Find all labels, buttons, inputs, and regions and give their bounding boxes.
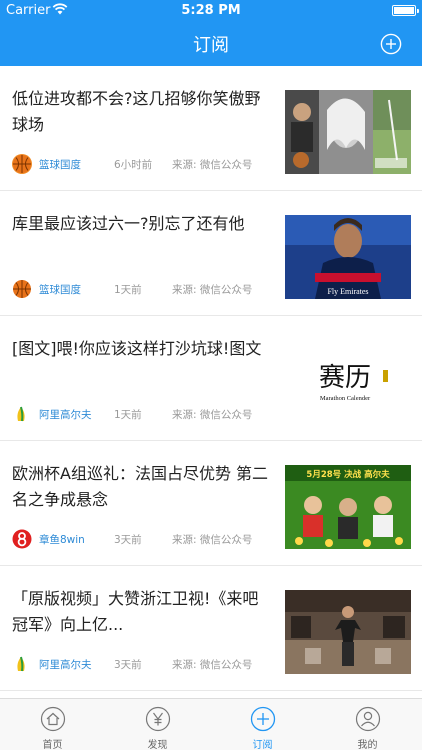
- tab-subscribe[interactable]: 订阅: [210, 699, 315, 750]
- article-thumbnail[interactable]: 5月28号 决战 高尔夫: [285, 465, 411, 549]
- tab-label: 首页: [42, 740, 63, 750]
- clock: 5:28 PM: [181, 3, 241, 18]
- origin-label: 来源: 微信公众号: [172, 159, 253, 171]
- origin-label: 来源: 微信公众号: [172, 284, 253, 296]
- article-item[interactable]: [图文]喂!你应该这样打沙坑球!图文 阿里高尔夫 1天前 来源: 微信公众号 赛…: [0, 316, 422, 441]
- publish-time: 3天前: [114, 534, 142, 546]
- page-title: 订阅: [193, 35, 229, 56]
- article-thumbnail[interactable]: Fly Emirates: [285, 215, 411, 299]
- article-item[interactable]: 欧洲杯A组巡礼：法国占尽优势 第二名之争成悬念 章鱼8win 3天前 来源: 微…: [0, 441, 422, 566]
- article-item[interactable]: 低位进攻都不会?这几招够你笑傲野球场 篮球国度 6小时前 来源: 微信公众号: [0, 66, 422, 191]
- origin-label: 来源: 微信公众号: [172, 534, 253, 546]
- publish-time: 1天前: [114, 284, 142, 296]
- article-meta: 篮球国度 1天前 来源: 微信公众号: [12, 279, 274, 299]
- thumbnail-heading: 5月28号 决战 高尔夫: [306, 469, 390, 480]
- top-bar: Carrier 5:28 PM 订阅: [0, 0, 422, 66]
- origin-label: 来源: 微信公众号: [172, 659, 253, 671]
- octopus-8-icon: [12, 529, 32, 549]
- article-title[interactable]: 库里最应该过六一?别忘了还有他: [12, 211, 274, 237]
- plus-circle-icon[interactable]: [380, 33, 402, 55]
- article-item[interactable]: 「原版视频」大赞浙江卫视!《来吧冠军》向上亿... 阿里高尔夫 3天前 来源: …: [0, 566, 422, 691]
- publish-time: 3天前: [114, 659, 142, 671]
- article-title[interactable]: [图文]喂!你应该这样打沙坑球!图文: [12, 336, 274, 362]
- publish-time: 6小时前: [114, 159, 153, 171]
- origin-label: 来源: 微信公众号: [172, 409, 253, 421]
- source-name[interactable]: 篮球国度: [39, 282, 81, 297]
- plus-circle-icon: [250, 706, 276, 732]
- article-item[interactable]: 库里最应该过六一?别忘了还有他 篮球国度 1天前 来源: 微信公众号 Fly E…: [0, 191, 422, 316]
- article-meta: 阿里高尔夫 1天前 来源: 微信公众号: [12, 404, 274, 424]
- tab-label: 发现: [147, 740, 168, 750]
- publish-time: 1天前: [114, 409, 142, 421]
- article-thumbnail[interactable]: 赛历 Marathon Calender: [285, 340, 411, 424]
- nav-bar: 订阅: [0, 22, 422, 66]
- article-title[interactable]: 欧洲杯A组巡礼：法国占尽优势 第二名之争成悬念: [12, 461, 274, 513]
- home-icon: [40, 706, 66, 732]
- article-thumbnail[interactable]: [285, 590, 411, 674]
- source-name[interactable]: 阿里高尔夫: [39, 407, 92, 422]
- source-name[interactable]: 阿里高尔夫: [39, 657, 92, 672]
- article-title[interactable]: 低位进攻都不会?这几招够你笑傲野球场: [12, 86, 274, 138]
- tab-home[interactable]: 首页: [0, 699, 105, 750]
- basketball-icon: [12, 154, 32, 174]
- article-meta: 章鱼8win 3天前 来源: 微信公众号: [12, 529, 274, 549]
- yen-icon: [145, 706, 171, 732]
- status-bar: Carrier 5:28 PM: [0, 0, 422, 22]
- article-feed[interactable]: 低位进攻都不会?这几招够你笑傲野球场 篮球国度 6小时前 来源: 微信公众号 库…: [0, 66, 422, 698]
- jersey-sponsor-text: Fly Emirates: [327, 287, 368, 296]
- golf-logo-icon: [12, 404, 32, 424]
- user-icon: [355, 706, 381, 732]
- source-name[interactable]: 篮球国度: [39, 157, 81, 172]
- tab-me[interactable]: 我的: [315, 699, 420, 750]
- tab-label: 我的: [357, 740, 378, 750]
- basketball-icon: [12, 279, 32, 299]
- tab-discover[interactable]: 发现: [105, 699, 210, 750]
- article-meta: 篮球国度 6小时前 来源: 微信公众号: [12, 154, 274, 174]
- article-thumbnail[interactable]: [285, 90, 411, 174]
- source-name[interactable]: 章鱼8win: [39, 532, 85, 547]
- article-title[interactable]: 「原版视频」大赞浙江卫视!《来吧冠军》向上亿...: [12, 586, 274, 638]
- thumbnail-heading: 赛历: [319, 363, 371, 393]
- golf-logo-icon: [12, 654, 32, 674]
- article-meta: 阿里高尔夫 3天前 来源: 微信公众号: [12, 654, 274, 674]
- tab-bar: 首页 发现 订阅 我的: [0, 698, 422, 750]
- thumbnail-subheading: Marathon Calender: [320, 395, 371, 402]
- tab-label: 订阅: [252, 740, 273, 750]
- battery-icon: [392, 5, 419, 16]
